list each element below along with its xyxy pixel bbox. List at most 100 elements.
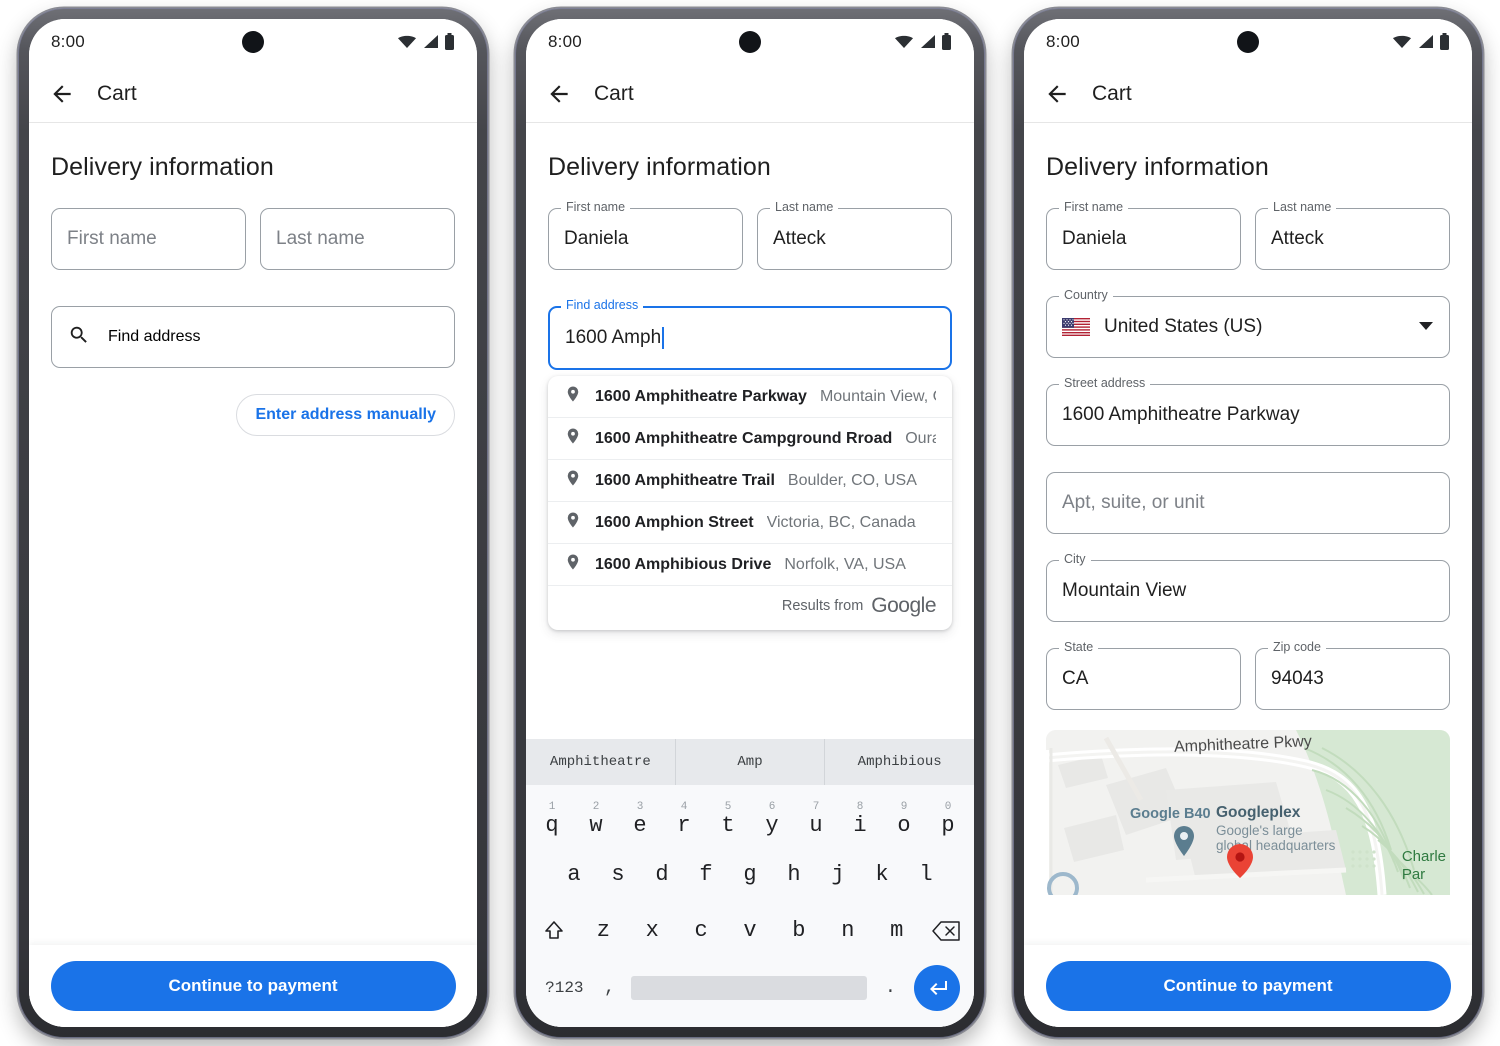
- key-number: 0: [944, 800, 952, 813]
- key-number: 2: [592, 800, 600, 813]
- back-arrow-icon[interactable]: [546, 81, 572, 107]
- keyboard-row-1: 1q 2w 3e 4r 5t 6y 7u 8i 9o 0p: [530, 791, 970, 847]
- continue-to-payment-button[interactable]: Continue to payment: [50, 961, 456, 1011]
- list-item[interactable]: 1600 Amphitheatre Parkway Mountain View,…: [548, 376, 952, 418]
- suggestion-secondary: Mountain View, C...: [819, 387, 936, 405]
- key-l[interactable]: l: [904, 863, 948, 887]
- last-name-field[interactable]: Last name: [260, 208, 455, 270]
- app-bar: Cart: [1024, 65, 1472, 123]
- last-name-field[interactable]: Last name Atteck: [757, 200, 952, 270]
- key-t[interactable]: 5t: [706, 801, 750, 838]
- key-f[interactable]: f: [684, 863, 728, 887]
- suggestion-main: 1600 Amphion Street: [595, 513, 754, 531]
- keyboard-suggestion[interactable]: Amphibious: [824, 739, 974, 785]
- apt-field[interactable]: Apt, suite, or unit: [1046, 472, 1450, 534]
- key-d[interactable]: d: [640, 863, 684, 887]
- app-bar: Cart: [29, 65, 477, 123]
- key-b[interactable]: b: [774, 919, 823, 943]
- back-arrow-icon[interactable]: [1044, 81, 1070, 107]
- back-arrow-icon[interactable]: [49, 81, 75, 107]
- key-o[interactable]: 9o: [882, 801, 926, 838]
- find-address-field[interactable]: Find address 1600 Amph: [548, 298, 952, 370]
- map-park-label-line2: Par: [1401, 866, 1426, 883]
- key-number: 5: [724, 800, 732, 813]
- chevron-down-icon[interactable]: [1418, 318, 1434, 336]
- first-name-field[interactable]: First name: [51, 208, 246, 270]
- key-letter: k: [875, 862, 889, 887]
- key-x[interactable]: x: [628, 919, 677, 943]
- status-bar: 8:00: [1024, 19, 1472, 65]
- keyboard-suggestion[interactable]: Amp: [674, 739, 825, 785]
- period-key[interactable]: .: [871, 978, 909, 998]
- status-clock: 8:00: [51, 32, 85, 51]
- camera-punch-hole: [1237, 31, 1259, 53]
- key-letter: h: [787, 862, 801, 887]
- find-address-value: 1600 Amph: [565, 327, 662, 348]
- key-letter: f: [699, 862, 713, 887]
- key-u[interactable]: 7u: [794, 801, 838, 838]
- key-k[interactable]: k: [860, 863, 904, 887]
- comma-key[interactable]: ,: [593, 978, 627, 998]
- key-v[interactable]: v: [726, 919, 775, 943]
- key-r[interactable]: 4r: [662, 801, 706, 838]
- name-row: First name Daniela Last name Atteck: [1046, 200, 1450, 270]
- suggestion-secondary: Ouray, ...: [905, 429, 936, 447]
- phone-screen: 8:00 Cart Delivery information First nam…: [29, 19, 477, 1027]
- list-item[interactable]: 1600 Amphitheatre Trail Boulder, CO, USA: [548, 460, 952, 502]
- continue-to-payment-button[interactable]: Continue to payment: [1045, 961, 1451, 1011]
- backspace-icon[interactable]: [921, 920, 970, 942]
- find-address-input[interactable]: Find address: [51, 306, 455, 368]
- country-value: United States (US): [1104, 316, 1263, 337]
- key-m[interactable]: m: [872, 919, 921, 943]
- key-h[interactable]: h: [772, 863, 816, 887]
- street-address-field[interactable]: Street address 1600 Amphitheatre Parkway: [1046, 376, 1450, 446]
- key-letter: p: [941, 812, 955, 838]
- key-q[interactable]: 1q: [530, 801, 574, 838]
- status-icons: [894, 33, 952, 51]
- key-letter: y: [765, 812, 779, 838]
- space-key[interactable]: [630, 976, 868, 1000]
- key-p[interactable]: 0p: [926, 801, 970, 838]
- map-preview[interactable]: Amphitheatre Pkwy Google B40 Googleplex …: [1046, 730, 1450, 895]
- phone-screen: 8:00 Cart Delivery information First nam…: [526, 19, 974, 1027]
- key-z[interactable]: z: [579, 919, 628, 943]
- first-name-label: First name: [1059, 200, 1129, 215]
- first-name-field[interactable]: First name Daniela: [1046, 200, 1241, 270]
- shift-icon[interactable]: [530, 919, 579, 943]
- status-bar: 8:00: [526, 19, 974, 65]
- enter-address-manually-button[interactable]: Enter address manually: [236, 394, 455, 436]
- key-w[interactable]: 2w: [574, 801, 618, 838]
- map-selected-marker-icon: [1227, 844, 1253, 878]
- key-c[interactable]: c: [677, 919, 726, 943]
- key-y[interactable]: 6y: [750, 801, 794, 838]
- key-j[interactable]: j: [816, 863, 860, 887]
- key-i[interactable]: 8i: [838, 801, 882, 838]
- section-title: Delivery information: [1046, 153, 1269, 181]
- list-item[interactable]: 1600 Amphitheatre Campground Rroad Ouray…: [548, 418, 952, 460]
- keyboard-suggestion[interactable]: Amphitheatre: [526, 739, 675, 785]
- zip-field[interactable]: Zip code 94043: [1255, 640, 1450, 710]
- first-name-field[interactable]: First name Daniela: [548, 200, 743, 270]
- key-g[interactable]: g: [728, 863, 772, 887]
- symbols-key[interactable]: ?123: [540, 979, 589, 997]
- status-bar: 8:00: [29, 19, 477, 65]
- suggestion-main: 1600 Amphibious Drive: [595, 555, 772, 573]
- enter-icon[interactable]: [913, 965, 960, 1011]
- key-s[interactable]: s: [596, 863, 640, 887]
- key-number: 9: [900, 800, 908, 813]
- state-field[interactable]: State CA: [1046, 640, 1241, 710]
- manual-entry-row: Enter address manually: [51, 394, 455, 436]
- key-letter: e: [633, 812, 647, 838]
- suggestion-secondary: Victoria, BC, Canada: [766, 513, 916, 531]
- last-name-field[interactable]: Last name Atteck: [1255, 200, 1450, 270]
- list-item[interactable]: 1600 Amphibious Drive Norfolk, VA, USA: [548, 544, 952, 586]
- key-n[interactable]: n: [823, 919, 872, 943]
- key-a[interactable]: a: [552, 863, 596, 887]
- country-select[interactable]: Country United States (US): [1046, 288, 1450, 358]
- city-field[interactable]: City Mountain View: [1046, 552, 1450, 622]
- delivery-form: Delivery information First name Daniela …: [1024, 123, 1472, 1027]
- key-e[interactable]: 3e: [618, 801, 662, 838]
- list-item[interactable]: 1600 Amphion Street Victoria, BC, Canada: [548, 502, 952, 544]
- zip-value: 94043: [1271, 668, 1324, 689]
- us-flag-icon: [1062, 318, 1090, 336]
